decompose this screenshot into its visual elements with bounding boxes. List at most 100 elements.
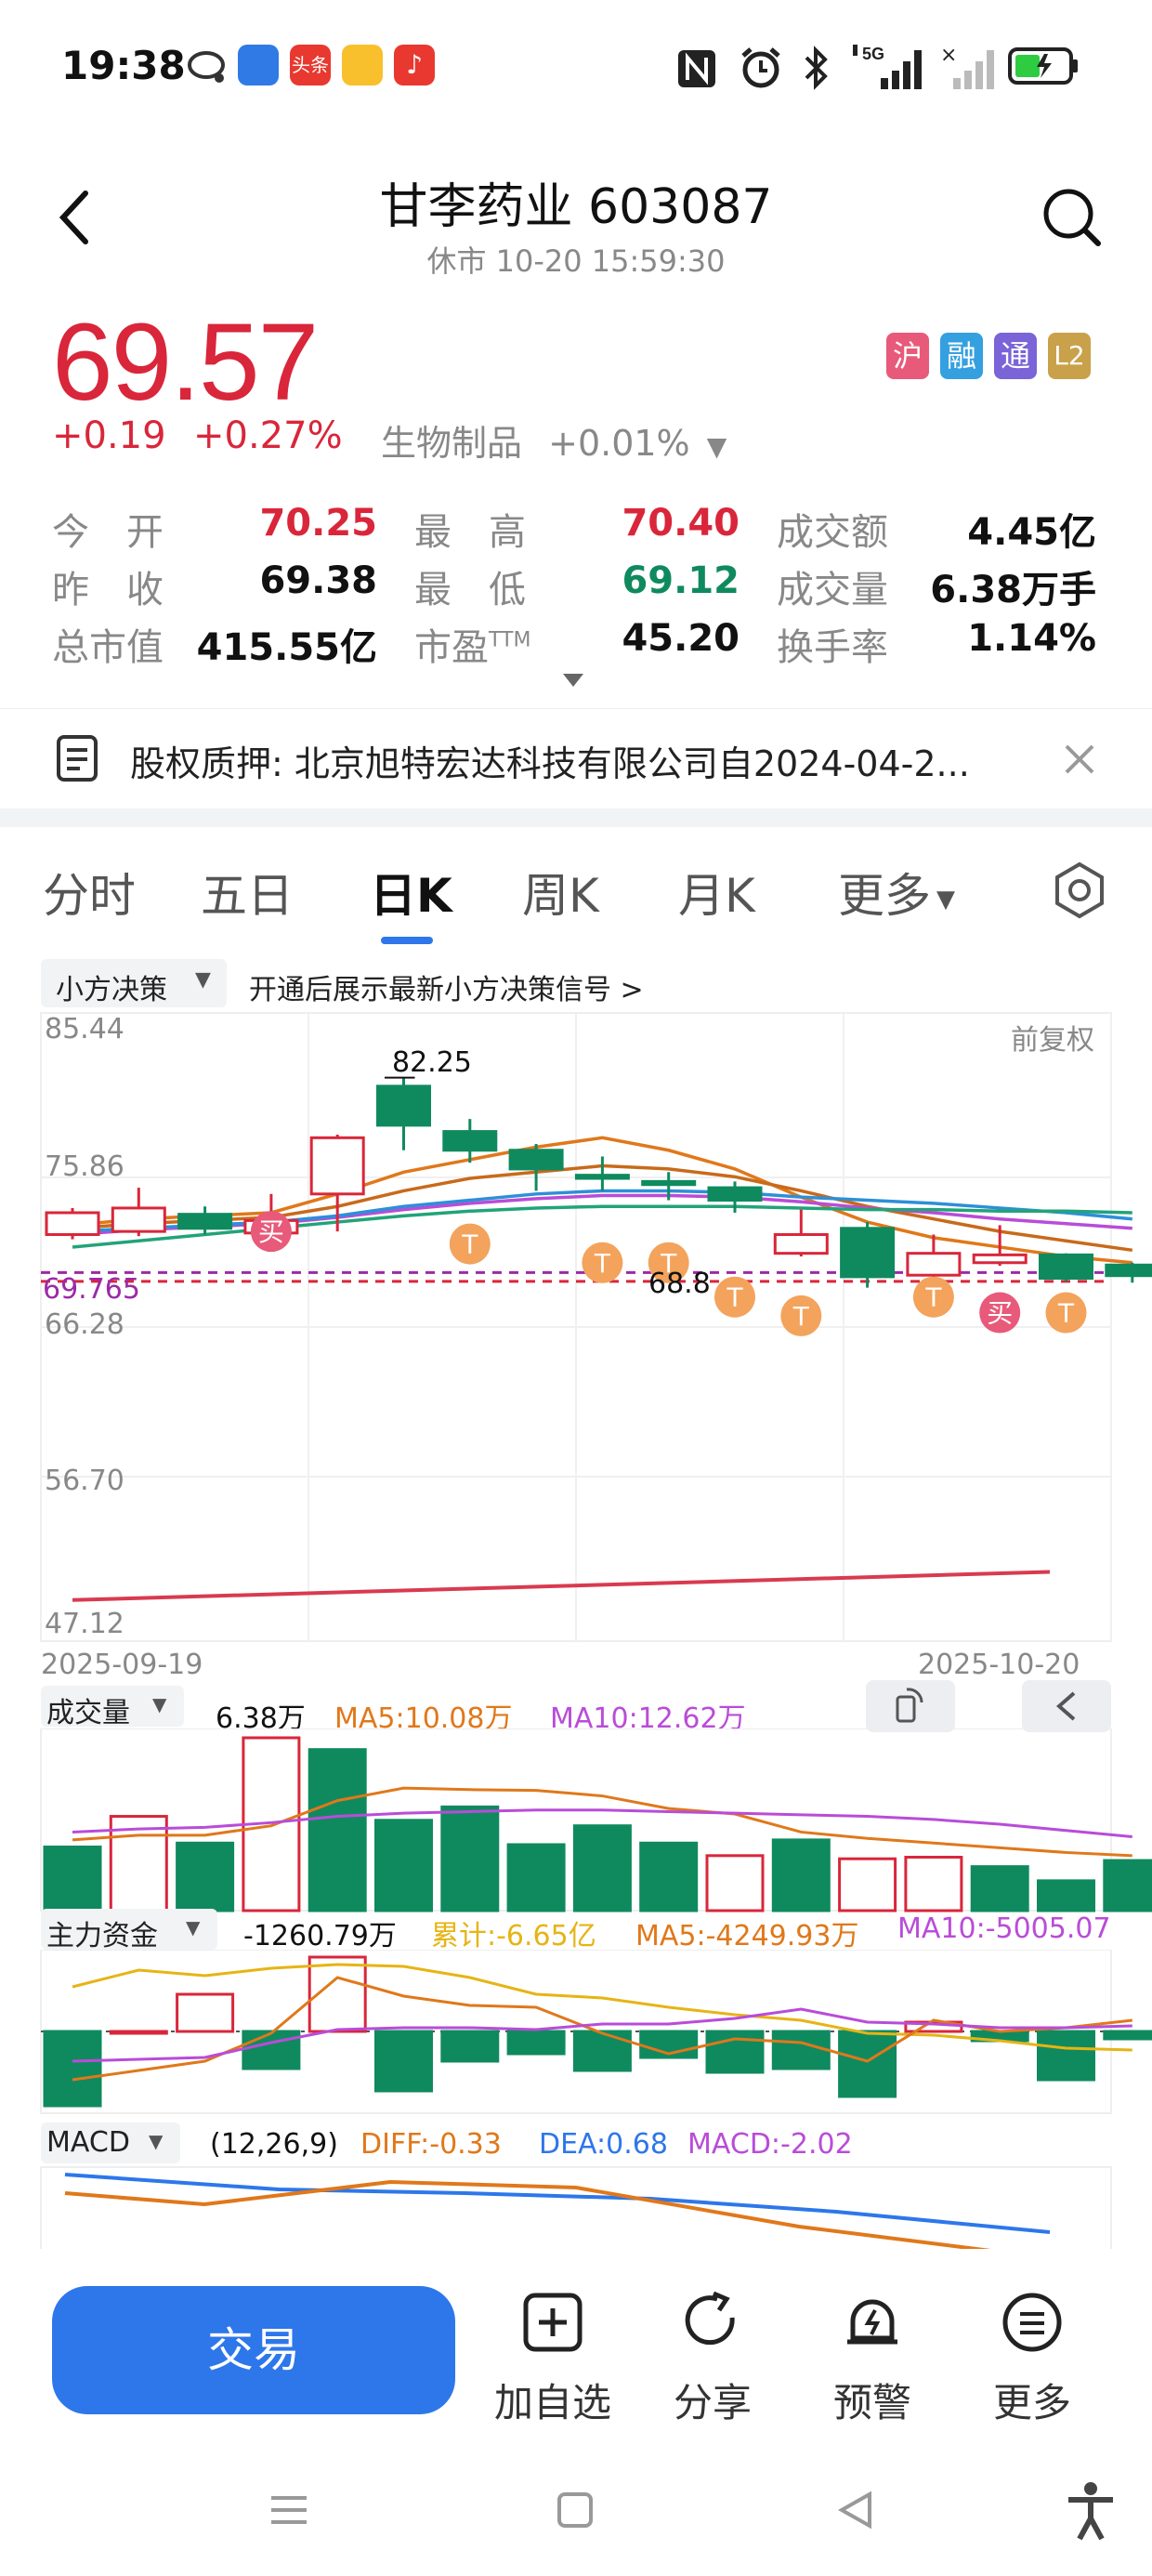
macd-title: MACD (46, 2126, 130, 2159)
macd-params: (12,26,9) (210, 2128, 338, 2161)
strategy-promo[interactable]: 开通后展示最新小方决策信号 > (249, 966, 644, 1007)
macd-dea: DEA:0.68 (539, 2128, 668, 2161)
volume-bar (374, 1819, 433, 1912)
section-divider (0, 808, 1152, 827)
signal-sim2-icon: × (940, 44, 994, 89)
back-nav-icon[interactable] (832, 2487, 879, 2533)
home-nav-icon[interactable] (552, 2487, 598, 2533)
close-icon[interactable] (1061, 741, 1098, 778)
badge-l2: L2 (1048, 333, 1091, 379)
volume-bar (904, 1856, 963, 1912)
notice-bar[interactable]: 股权质押: 北京旭特宏达科技有限公司自2024-04-2... (0, 708, 1152, 808)
collapse-button[interactable] (1022, 1680, 1111, 1732)
volume-bar (639, 1841, 699, 1912)
svg-text:×: × (940, 44, 957, 67)
tab-intraday[interactable]: 分时 (43, 859, 136, 926)
date-start: 2025-09-19 (41, 1649, 203, 1681)
sector-link[interactable]: 生物制品 +0.01% ▼ (381, 414, 727, 466)
add-watchlist-label: 加自选 (493, 2380, 611, 2425)
fund-bar (43, 2030, 102, 2108)
svg-text:5G: 5G (862, 45, 884, 63)
macd-dropdown[interactable]: MACD ▼ (41, 2123, 180, 2163)
music-icon: ♪ (394, 45, 435, 85)
fund-bar (1103, 2030, 1152, 2041)
accessibility-icon[interactable] (1063, 2481, 1119, 2541)
candle-body (840, 1227, 896, 1279)
macd-diff: DIFF:-0.33 (360, 2128, 502, 2161)
badge-connect: 通 (994, 333, 1037, 379)
tab-daily-k[interactable]: 日K (370, 859, 452, 926)
ytick-label: 75.86 (45, 1150, 124, 1183)
signal-marker-label: 买 (258, 1216, 284, 1247)
candle-body (773, 1233, 829, 1255)
macd-value: MACD:-2.02 (687, 2128, 853, 2161)
quote-value: 1.14% (967, 617, 1096, 660)
fund-bar (109, 2030, 168, 2035)
weibo-icon (342, 45, 383, 85)
fund-dropdown[interactable]: 主力资金 ▼ (41, 1909, 217, 1952)
stock-title: 甘李药业 603087 (379, 179, 773, 235)
quote-label: 昨 收 (52, 569, 164, 611)
signal-marker-label: T (594, 1248, 611, 1279)
share-button[interactable]: 分享 (643, 2290, 782, 2428)
settings-icon[interactable] (1050, 861, 1109, 920)
fund-bar (440, 2030, 500, 2063)
strategy-label: 小方决策 (56, 974, 167, 1006)
volume-bar (1103, 1859, 1152, 1912)
ytick-label: 66.28 (45, 1308, 124, 1341)
volume-bar (506, 1843, 566, 1912)
candle-body (111, 1206, 166, 1233)
add-watchlist-button[interactable]: 加自选 (483, 2290, 622, 2428)
macd-chart[interactable] (0, 2165, 1152, 2254)
quote-value: 45.20 (622, 617, 740, 660)
kline-chart[interactable]: 买 TT TTTT买 T (0, 1009, 1152, 1650)
ytick-label: 47.12 (45, 1608, 124, 1640)
sector-pct: +0.01% (548, 423, 690, 464)
tab-monthly-k[interactable]: 月K (678, 859, 755, 926)
expand-icon[interactable] (561, 671, 585, 690)
status-bar: 19:38 头条 ♪ 5G × (0, 0, 1152, 139)
app-notification-icon (238, 45, 279, 85)
fund-bar (242, 2030, 301, 2070)
current-price: 69.57 (52, 301, 319, 424)
more-button[interactable]: 更多 (962, 2290, 1102, 2428)
adjust-mode[interactable]: 前复权 (1011, 1017, 1094, 1058)
quote-value: 6.38万手 (930, 569, 1096, 611)
alert-button[interactable]: 预警 (803, 2290, 942, 2428)
signal-marker-label: T (924, 1282, 942, 1313)
tab-weekly-k[interactable]: 周K (522, 859, 599, 926)
bottom-action-bar: 交易 加自选 分享 预警 更多 (0, 2249, 1152, 2425)
volume-bar (43, 1846, 102, 1912)
signal-5g-icon: 5G (853, 45, 922, 89)
volume-bar (970, 1865, 1029, 1912)
menu-nav-icon[interactable] (266, 2487, 312, 2533)
quote-value: 69.38 (259, 559, 377, 602)
candle-body (45, 1211, 100, 1237)
candle-body (1039, 1253, 1093, 1281)
strategy-dropdown[interactable]: 小方决策 ▼ (41, 959, 227, 1007)
fund-bar (838, 2030, 897, 2098)
search-icon[interactable] (1041, 186, 1104, 249)
quote-value: 70.25 (259, 502, 377, 545)
fund-bar (506, 2030, 566, 2056)
volume-dropdown[interactable]: 成交量 ▼ (41, 1686, 184, 1729)
candle-body (376, 1084, 431, 1127)
volume-bar (1037, 1879, 1095, 1912)
volume-bar (838, 1857, 897, 1912)
signal-marker-label: T (461, 1229, 478, 1260)
tab-more[interactable]: 更多 ▼ (838, 859, 955, 926)
fund-value: -1260.79万 (243, 1920, 397, 1952)
fund-bar (771, 2030, 831, 2070)
rotate-button[interactable] (866, 1680, 955, 1732)
add-watchlist-icon (523, 2293, 583, 2352)
tab-five-day[interactable]: 五日 (201, 859, 294, 926)
fund-flow-chart[interactable] (0, 1950, 1152, 2117)
sector-name: 生物制品 (381, 423, 523, 464)
toutiao-icon: 头条 (290, 45, 331, 85)
signal-marker-label: T (1057, 1298, 1075, 1329)
share-label: 分享 (673, 2380, 752, 2425)
ytick-label: 56.70 (45, 1465, 124, 1497)
more-menu-icon (1002, 2293, 1062, 2352)
volume-chart[interactable] (0, 1728, 1152, 1914)
trade-button[interactable]: 交易 (52, 2286, 455, 2414)
